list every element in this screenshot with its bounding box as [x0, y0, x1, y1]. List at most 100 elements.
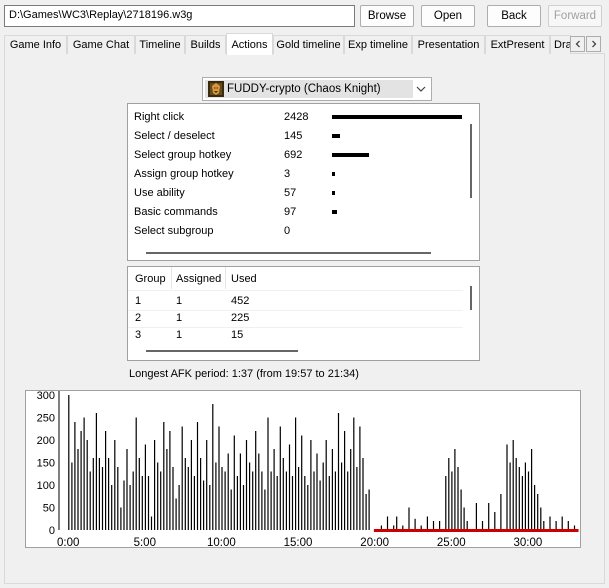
- apm-bar: [236, 476, 238, 530]
- table-row[interactable]: 2 1 225: [134, 310, 464, 327]
- y-tick-label: 150: [37, 458, 55, 470]
- forward-button[interactable]: Forward: [548, 5, 602, 27]
- apm-bar: [190, 440, 192, 530]
- apm-bar: [307, 485, 309, 530]
- apm-bar: [288, 444, 291, 530]
- apm-bar: [276, 476, 278, 530]
- x-tick-label: 0:00: [57, 537, 79, 547]
- apm-bar: [83, 417, 85, 530]
- apm-bar: [120, 507, 122, 530]
- apm-bar: [233, 435, 235, 530]
- groups-vertical-scrollbar[interactable]: [470, 286, 472, 310]
- apm-bar: [368, 489, 370, 530]
- action-row[interactable]: Select subgroup 0: [134, 221, 469, 240]
- tab-extpresent[interactable]: ExtPresent: [485, 35, 550, 54]
- apm-bar: [77, 449, 79, 530]
- tab-scroll-right-button[interactable]: [586, 36, 601, 52]
- apm-bar: [114, 440, 116, 530]
- apm-bar: [267, 417, 269, 530]
- apm-bar: [200, 458, 202, 530]
- apm-bar: [316, 453, 318, 530]
- action-row[interactable]: Assign group hotkey 3: [134, 164, 469, 183]
- action-row[interactable]: Select group hotkey 692: [134, 145, 469, 164]
- action-row[interactable]: Use ability 57: [134, 183, 469, 202]
- table-row[interactable]: 3 1 15: [134, 327, 464, 344]
- player-select-value: FUDDY-crypto (Chaos Knight): [205, 80, 413, 98]
- apm-bar: [414, 518, 416, 531]
- apm-graph: 0 50 100 150 200 250 300 0:00 5:00 10:00 15:00 20:0…: [25, 390, 581, 549]
- cell-used: 452: [231, 295, 250, 307]
- action-name: Select group hotkey: [134, 148, 232, 161]
- chevron-right-icon: [591, 40, 596, 48]
- tab-actions[interactable]: Actions: [226, 33, 273, 55]
- action-count-bar: [332, 115, 462, 119]
- apm-bar: [531, 449, 533, 530]
- action-name: Right click: [134, 110, 185, 123]
- apm-bar: [426, 516, 428, 530]
- longest-afk-period: Longest AFK period: 1:37 (from 19:57 to …: [129, 368, 359, 380]
- browse-button[interactable]: Browse: [360, 5, 414, 27]
- apm-bar: [500, 494, 502, 530]
- apm-bar: [258, 453, 260, 530]
- hotkey-groups-table[interactable]: Group Assigned Used 1 1 452 2 1 225 3 1 …: [127, 266, 480, 361]
- apm-bar: [117, 467, 119, 530]
- cell-used: 15: [231, 329, 244, 341]
- apm-bar: [341, 462, 343, 530]
- apm-bar: [163, 422, 165, 530]
- chevron-down-icon: [416, 86, 426, 92]
- tab-gold-timeline[interactable]: Gold timeline: [273, 35, 344, 54]
- actions-vertical-scrollbar[interactable]: [470, 124, 472, 198]
- apm-bar: [457, 467, 459, 530]
- tab-game-chat[interactable]: Game Chat: [67, 35, 135, 54]
- action-row[interactable]: Right click 2428: [134, 107, 469, 126]
- x-tick-label: 30:00: [514, 537, 543, 547]
- apm-bar: [166, 449, 168, 530]
- replay-path-input[interactable]: D:\Games\WC3\Replay\2718196.w3g: [4, 5, 355, 27]
- apm-bar: [518, 467, 520, 530]
- open-button[interactable]: Open: [421, 5, 475, 27]
- action-row[interactable]: Select / deselect 145: [134, 126, 469, 145]
- apm-bar: [206, 440, 208, 530]
- tab-draft[interactable]: Dra: [550, 35, 571, 54]
- apm-bar: [252, 471, 254, 530]
- table-row[interactable]: 1 1 452: [134, 293, 464, 310]
- apm-bar: [319, 480, 321, 530]
- column-separator: [171, 267, 172, 289]
- tab-exp-timeline[interactable]: Exp timeline: [344, 35, 412, 54]
- apm-bar: [239, 453, 241, 530]
- apm-bar: [135, 417, 137, 530]
- apm-bar: [344, 431, 346, 530]
- apm-bar: [209, 485, 211, 530]
- apm-bar: [169, 431, 171, 530]
- tab-builds[interactable]: Builds: [185, 35, 226, 54]
- tab-game-info[interactable]: Game Info: [4, 35, 67, 54]
- apm-bar: [512, 440, 514, 530]
- chevron-left-icon: [575, 40, 580, 48]
- apm-bar: [509, 462, 511, 530]
- apm-bar: [555, 521, 557, 530]
- apm-bar-chart: 0 50 100 150 200 250 300 0:00 5:00 10:00 15:00 20:0…: [37, 390, 579, 549]
- apm-bar: [126, 449, 128, 530]
- cell-used: 225: [231, 312, 250, 324]
- apm-bar: [460, 489, 462, 530]
- tab-timeline[interactable]: Timeline: [135, 35, 185, 54]
- apm-bar: [304, 476, 306, 530]
- player-select[interactable]: FUDDY-crypto (Chaos Knight): [202, 77, 432, 101]
- back-button[interactable]: Back: [487, 5, 541, 27]
- apm-bar: [172, 467, 174, 530]
- action-count: 3: [284, 167, 291, 180]
- actions-list[interactable]: Right click 2428 Select / deselect 145 Selec…: [127, 103, 480, 261]
- apm-bar: [279, 426, 281, 530]
- apm-bar: [249, 462, 251, 530]
- groups-horizontal-scrollbar[interactable]: [146, 350, 298, 352]
- actions-horizontal-scrollbar[interactable]: [146, 252, 431, 254]
- x-tick-label: 25:00: [437, 537, 466, 547]
- apm-bar: [362, 458, 364, 530]
- tab-presentation[interactable]: Presentation: [412, 35, 485, 54]
- apm-bar: [80, 431, 82, 530]
- apm-bar: [328, 476, 330, 530]
- action-count-bar: [332, 210, 337, 214]
- tab-scroll-left-button[interactable]: [570, 36, 585, 52]
- action-row[interactable]: Basic commands 97: [134, 202, 469, 221]
- apm-bar: [218, 426, 220, 530]
